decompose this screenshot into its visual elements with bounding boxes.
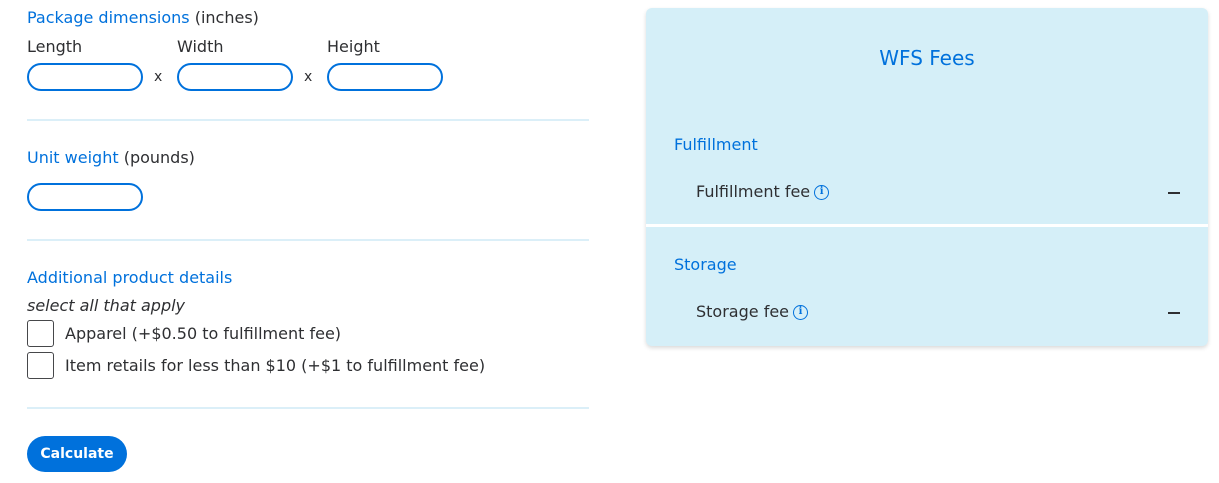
section-divider [27, 407, 589, 409]
dimensions-heading: Package dimensions (inches) [27, 8, 259, 28]
weight-title: Unit weight [27, 148, 119, 167]
fees-panel-title: WFS Fees [879, 46, 975, 70]
times-symbol: x [154, 69, 163, 85]
details-hint: select all that apply [27, 296, 186, 315]
fulfillment-fee-label: Fulfillment fee [696, 182, 811, 201]
section-divider [27, 239, 589, 241]
calculate-button[interactable]: Calculate [27, 436, 127, 472]
weight-heading: Unit weight (pounds) [27, 148, 195, 168]
info-icon[interactable]: i [793, 305, 809, 320]
times-symbol: x [304, 69, 313, 85]
fees-panel: WFS Fees Fulfillment Fulfillment fee i St… [646, 8, 1208, 346]
weight-input[interactable] [27, 183, 143, 211]
weight-unit: (pounds) [123, 148, 195, 167]
length-input[interactable] [27, 63, 143, 91]
dimensions-unit: (inches) [194, 8, 259, 27]
height-label: Height [327, 37, 380, 56]
storage-fee-label: Storage fee [696, 302, 790, 321]
low-price-option-label[interactable]: Item retails for less than $10 (+$1 to f… [65, 356, 485, 376]
storage-fee-row: Storage fee i [696, 302, 809, 322]
section-divider [27, 119, 589, 121]
low-price-checkbox[interactable] [27, 352, 54, 379]
fulfillment-fee-value [1168, 192, 1180, 194]
panel-divider [646, 224, 1208, 227]
info-icon[interactable]: i [814, 185, 830, 200]
apparel-checkbox[interactable] [27, 320, 54, 347]
length-label: Length [27, 37, 83, 56]
storage-fee-value [1168, 312, 1180, 314]
fulfillment-fee-row: Fulfillment fee i [696, 182, 830, 202]
fulfillment-section-title: Fulfillment [674, 135, 758, 154]
width-input[interactable] [177, 63, 293, 91]
dimensions-title: Package dimensions [27, 8, 190, 27]
apparel-option-label[interactable]: Apparel (+$0.50 to fulfillment fee) [65, 324, 341, 344]
width-label: Width [177, 37, 224, 56]
details-title: Additional product details [27, 268, 233, 287]
storage-section-title: Storage [674, 255, 737, 274]
height-input[interactable] [327, 63, 443, 91]
